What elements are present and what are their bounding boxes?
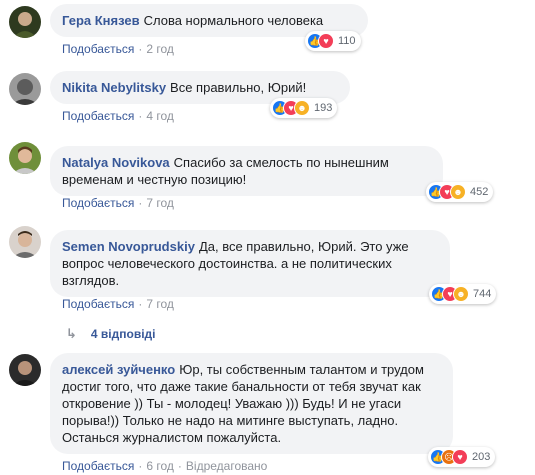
replies-count[interactable]: 4 відповіді: [91, 327, 156, 341]
avatar[interactable]: [9, 6, 41, 38]
reactions-summary[interactable]: 👍 ♥ ☻ 193: [270, 98, 338, 118]
reaction-count: 744: [473, 288, 492, 300]
separator-dot: ·: [138, 109, 143, 123]
separator-dot: ·: [177, 459, 182, 473]
reply-arrow-icon: ↳: [66, 326, 77, 341]
separator-dot: ·: [138, 42, 143, 56]
comment-meta: Подобається · 4 год: [62, 109, 174, 123]
comment-meta: Подобається · 7 год: [62, 297, 174, 311]
comment-bubble: алексей зуйченко Юр, ты собственным талан…: [50, 353, 453, 454]
haha-reaction-icon: ☻: [294, 100, 310, 116]
avatar[interactable]: [9, 226, 41, 258]
comment-author[interactable]: Гера Князев: [62, 13, 140, 28]
comment-time[interactable]: 2 год: [146, 42, 174, 56]
reaction-count: 110: [338, 35, 356, 47]
reactions-summary[interactable]: 👍 ☹ ♥ 203: [428, 447, 496, 467]
comment-author[interactable]: Semen Novoprudskiy: [62, 239, 195, 254]
love-reaction-icon: ♥: [318, 33, 334, 49]
comment-meta: Подобається · 7 год: [62, 196, 174, 210]
reactions-summary[interactable]: 👍 ♥ 110: [305, 31, 361, 51]
edited-label[interactable]: Відредаговано: [186, 459, 267, 473]
haha-reaction-icon: ☻: [453, 286, 469, 302]
haha-reaction-icon: ☻: [450, 184, 466, 200]
comment-meta: Подобається · 2 год: [62, 42, 174, 56]
comment-time[interactable]: 6 год: [146, 459, 174, 473]
comment-bubble: Natalya Novikova Спасибо за смелость по н…: [50, 146, 443, 196]
comment-meta: Подобається · 6 год · Відредаговано: [62, 459, 267, 473]
avatar[interactable]: [9, 142, 41, 174]
like-link[interactable]: Подобається: [62, 297, 134, 311]
view-replies-link[interactable]: ↳ 4 відповіді: [66, 326, 155, 342]
separator-dot: ·: [138, 196, 143, 210]
avatar[interactable]: [9, 73, 41, 105]
comment-author[interactable]: Nikita Nebylitsky: [62, 80, 166, 95]
reactions-summary[interactable]: 👍 ♥ ☻ 744: [429, 284, 497, 304]
comment-time[interactable]: 7 год: [146, 196, 174, 210]
avatar[interactable]: [9, 354, 41, 386]
reaction-count: 452: [470, 186, 489, 198]
separator-dot: ·: [138, 459, 143, 473]
comment-author[interactable]: Natalya Novikova: [62, 155, 170, 170]
like-link[interactable]: Подобається: [62, 459, 134, 473]
reaction-count: 203: [472, 451, 491, 463]
reaction-count: 193: [314, 102, 333, 114]
reactions-summary[interactable]: 👍 ♥ ☻ 452: [426, 182, 494, 202]
like-link[interactable]: Подобається: [62, 109, 134, 123]
comment-time[interactable]: 7 год: [146, 297, 174, 311]
comment-author[interactable]: алексей зуйченко: [62, 362, 175, 377]
comment-bubble: Semen Novoprudskiy Да, все правильно, Юри…: [50, 230, 450, 297]
comment-time[interactable]: 4 год: [146, 109, 174, 123]
like-link[interactable]: Подобається: [62, 42, 134, 56]
separator-dot: ·: [138, 297, 143, 311]
love-reaction-icon: ♥: [452, 449, 468, 465]
comment-text: Слова нормального человека: [143, 13, 324, 28]
comment-text: Все правильно, Юрий!: [170, 80, 307, 95]
like-link[interactable]: Подобається: [62, 196, 134, 210]
